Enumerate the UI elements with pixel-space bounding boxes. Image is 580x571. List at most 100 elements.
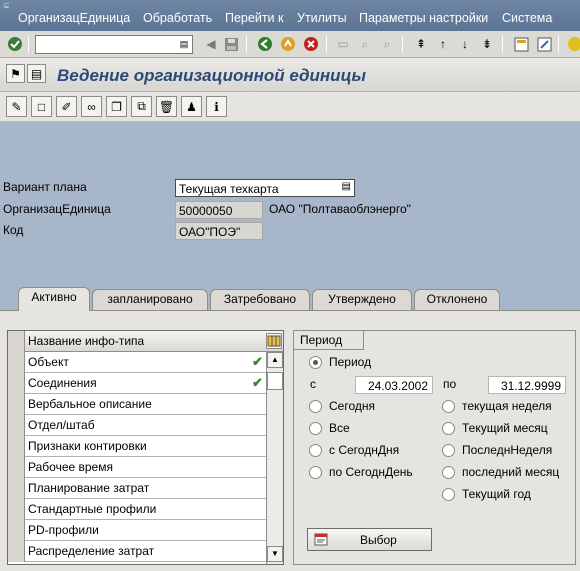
table-row[interactable]: PD-профили — [8, 520, 266, 541]
shortcut-icon[interactable] — [535, 35, 553, 53]
print-icon[interactable]: ▭ — [334, 35, 352, 53]
radio-current-year[interactable] — [442, 488, 455, 501]
infotype-name: Соединения — [28, 376, 97, 390]
display-glasses-icon[interactable]: ∞ — [81, 96, 102, 117]
user-overview-icon[interactable]: ♟ — [181, 96, 202, 117]
tab-approved[interactable]: Утверждено — [312, 289, 412, 310]
object-list-icon[interactable]: ▤ — [27, 64, 46, 83]
edit-pencil-icon[interactable]: ✐ — [56, 96, 77, 117]
menu-system[interactable]: Система — [502, 11, 552, 25]
radio-last-month[interactable] — [442, 466, 455, 479]
system-menu-icon[interactable]: ⊆ — [3, 1, 10, 10]
select-all-cell[interactable] — [8, 331, 25, 352]
table-row[interactable]: Планирование затрат — [8, 478, 266, 499]
column-header-infotype[interactable]: Название инфо-типа — [26, 331, 144, 352]
table-row[interactable]: Отдел/штаб — [8, 415, 266, 436]
to-label: по — [443, 377, 457, 391]
selection-icon — [314, 533, 328, 546]
row-selector[interactable] — [8, 394, 25, 415]
previous-page-icon[interactable]: ↑ — [434, 35, 452, 53]
row-selector[interactable] — [8, 373, 25, 394]
exit-icon[interactable] — [279, 35, 297, 53]
new-session-icon[interactable] — [512, 35, 530, 53]
toolbar-separator — [326, 36, 327, 53]
menu-bar: ⊆ ОрганизацЕдиница Обработать Перейти к … — [0, 0, 580, 31]
find-next-icon[interactable]: ⌕ — [378, 35, 396, 53]
table-row[interactable]: Рабочее время — [8, 457, 266, 478]
row-selector[interactable] — [8, 436, 25, 457]
from-date-input[interactable]: 24.03.2002 — [355, 376, 433, 394]
scroll-thumb[interactable] — [267, 372, 283, 390]
infotype-name: PD-профили — [28, 523, 99, 537]
command-history-icon[interactable]: ▤ — [178, 37, 190, 51]
tab-planned[interactable]: запланировано — [92, 289, 208, 310]
delete-icon[interactable]: 🗑 — [156, 96, 177, 117]
table-row[interactable]: Объект ✔ — [8, 352, 266, 373]
back-icon[interactable] — [256, 35, 274, 53]
cancel-icon[interactable] — [302, 35, 320, 53]
radio-current-month[interactable] — [442, 422, 455, 435]
table-header: Название инфо-типа — [8, 331, 283, 352]
table-row[interactable]: Распределение затрат — [8, 541, 266, 562]
next-page-icon[interactable]: ↓ — [456, 35, 474, 53]
save-icon[interactable] — [222, 35, 240, 53]
to-date-input[interactable]: 31.12.9999 — [488, 376, 566, 394]
delimit-icon[interactable]: ⧉ — [131, 96, 152, 117]
radio-current-month-label: Текущий месяц — [462, 421, 548, 435]
radio-to-today[interactable] — [309, 466, 322, 479]
plan-variant-field[interactable]: Текущая техкарта ▤ — [175, 179, 355, 197]
row-selector[interactable] — [8, 478, 25, 499]
table-scrollbar[interactable]: ▲ ▼ — [266, 352, 283, 564]
scroll-down-icon[interactable]: ▼ — [267, 546, 283, 562]
radio-period[interactable] — [309, 356, 322, 369]
toolbar-separator — [246, 36, 247, 53]
create-icon[interactable]: □ — [31, 96, 52, 117]
select-button[interactable]: Выбор — [307, 528, 432, 551]
tab-active[interactable]: Активно — [18, 287, 90, 311]
copy-icon[interactable]: ❐ — [106, 96, 127, 117]
scroll-up-icon[interactable]: ▲ — [267, 352, 283, 368]
tab-rejected[interactable]: Отклонено — [414, 289, 500, 310]
radio-last-month-label: последний месяц — [462, 465, 560, 479]
find-icon[interactable]: ⌕ — [356, 35, 374, 53]
change-icon[interactable]: ✎ — [6, 96, 27, 117]
row-selector[interactable] — [8, 457, 25, 478]
radio-all[interactable] — [309, 422, 322, 435]
menu-edit[interactable]: Обработать — [143, 11, 212, 25]
command-field[interactable]: ▤ — [35, 35, 193, 54]
dropdown-icon[interactable]: ▤ — [342, 181, 351, 192]
row-selector[interactable] — [8, 499, 25, 520]
radio-today[interactable] — [309, 400, 322, 413]
radio-all-label: Все — [329, 421, 350, 435]
title-bar: ⚑ ▤ Ведение организационной единицы — [0, 58, 580, 92]
table-row[interactable]: Соединения ✔ — [8, 373, 266, 394]
row-selector[interactable] — [8, 415, 25, 436]
radio-last-week[interactable] — [442, 444, 455, 457]
toolbar-separator — [558, 36, 559, 53]
personal-object-icon[interactable]: ⚑ — [6, 64, 25, 83]
radio-current-week[interactable] — [442, 400, 455, 413]
info-icon[interactable]: ℹ — [206, 96, 227, 117]
tab-requested[interactable]: Затребовано — [210, 289, 310, 310]
row-selector[interactable] — [8, 520, 25, 541]
from-label: с — [310, 377, 316, 391]
last-page-icon[interactable]: ⇟ — [478, 35, 496, 53]
first-page-icon[interactable]: ⇞ — [412, 35, 430, 53]
menu-org-unit[interactable]: ОрганизацЕдиница — [18, 11, 130, 25]
infotype-name: Объект — [28, 355, 69, 369]
table-row[interactable]: Стандартные профили — [8, 499, 266, 520]
table-row[interactable]: Вербальное описание — [8, 394, 266, 415]
infotype-name: Признаки контировки — [28, 439, 147, 453]
menu-settings[interactable]: Параметры настройки — [359, 11, 488, 25]
help-icon[interactable] — [566, 35, 580, 53]
code-label: Код — [3, 223, 24, 237]
column-settings-icon[interactable] — [266, 333, 282, 349]
table-row[interactable]: Признаки контировки — [8, 436, 266, 457]
menu-utilities[interactable]: Утилиты — [297, 11, 347, 25]
row-selector[interactable] — [8, 541, 25, 562]
arrow-left-icon[interactable]: ◀ — [202, 35, 220, 53]
row-selector[interactable] — [8, 352, 25, 373]
radio-from-today[interactable] — [309, 444, 322, 457]
enter-check-icon[interactable] — [6, 35, 24, 53]
menu-goto[interactable]: Перейти к — [225, 11, 283, 25]
